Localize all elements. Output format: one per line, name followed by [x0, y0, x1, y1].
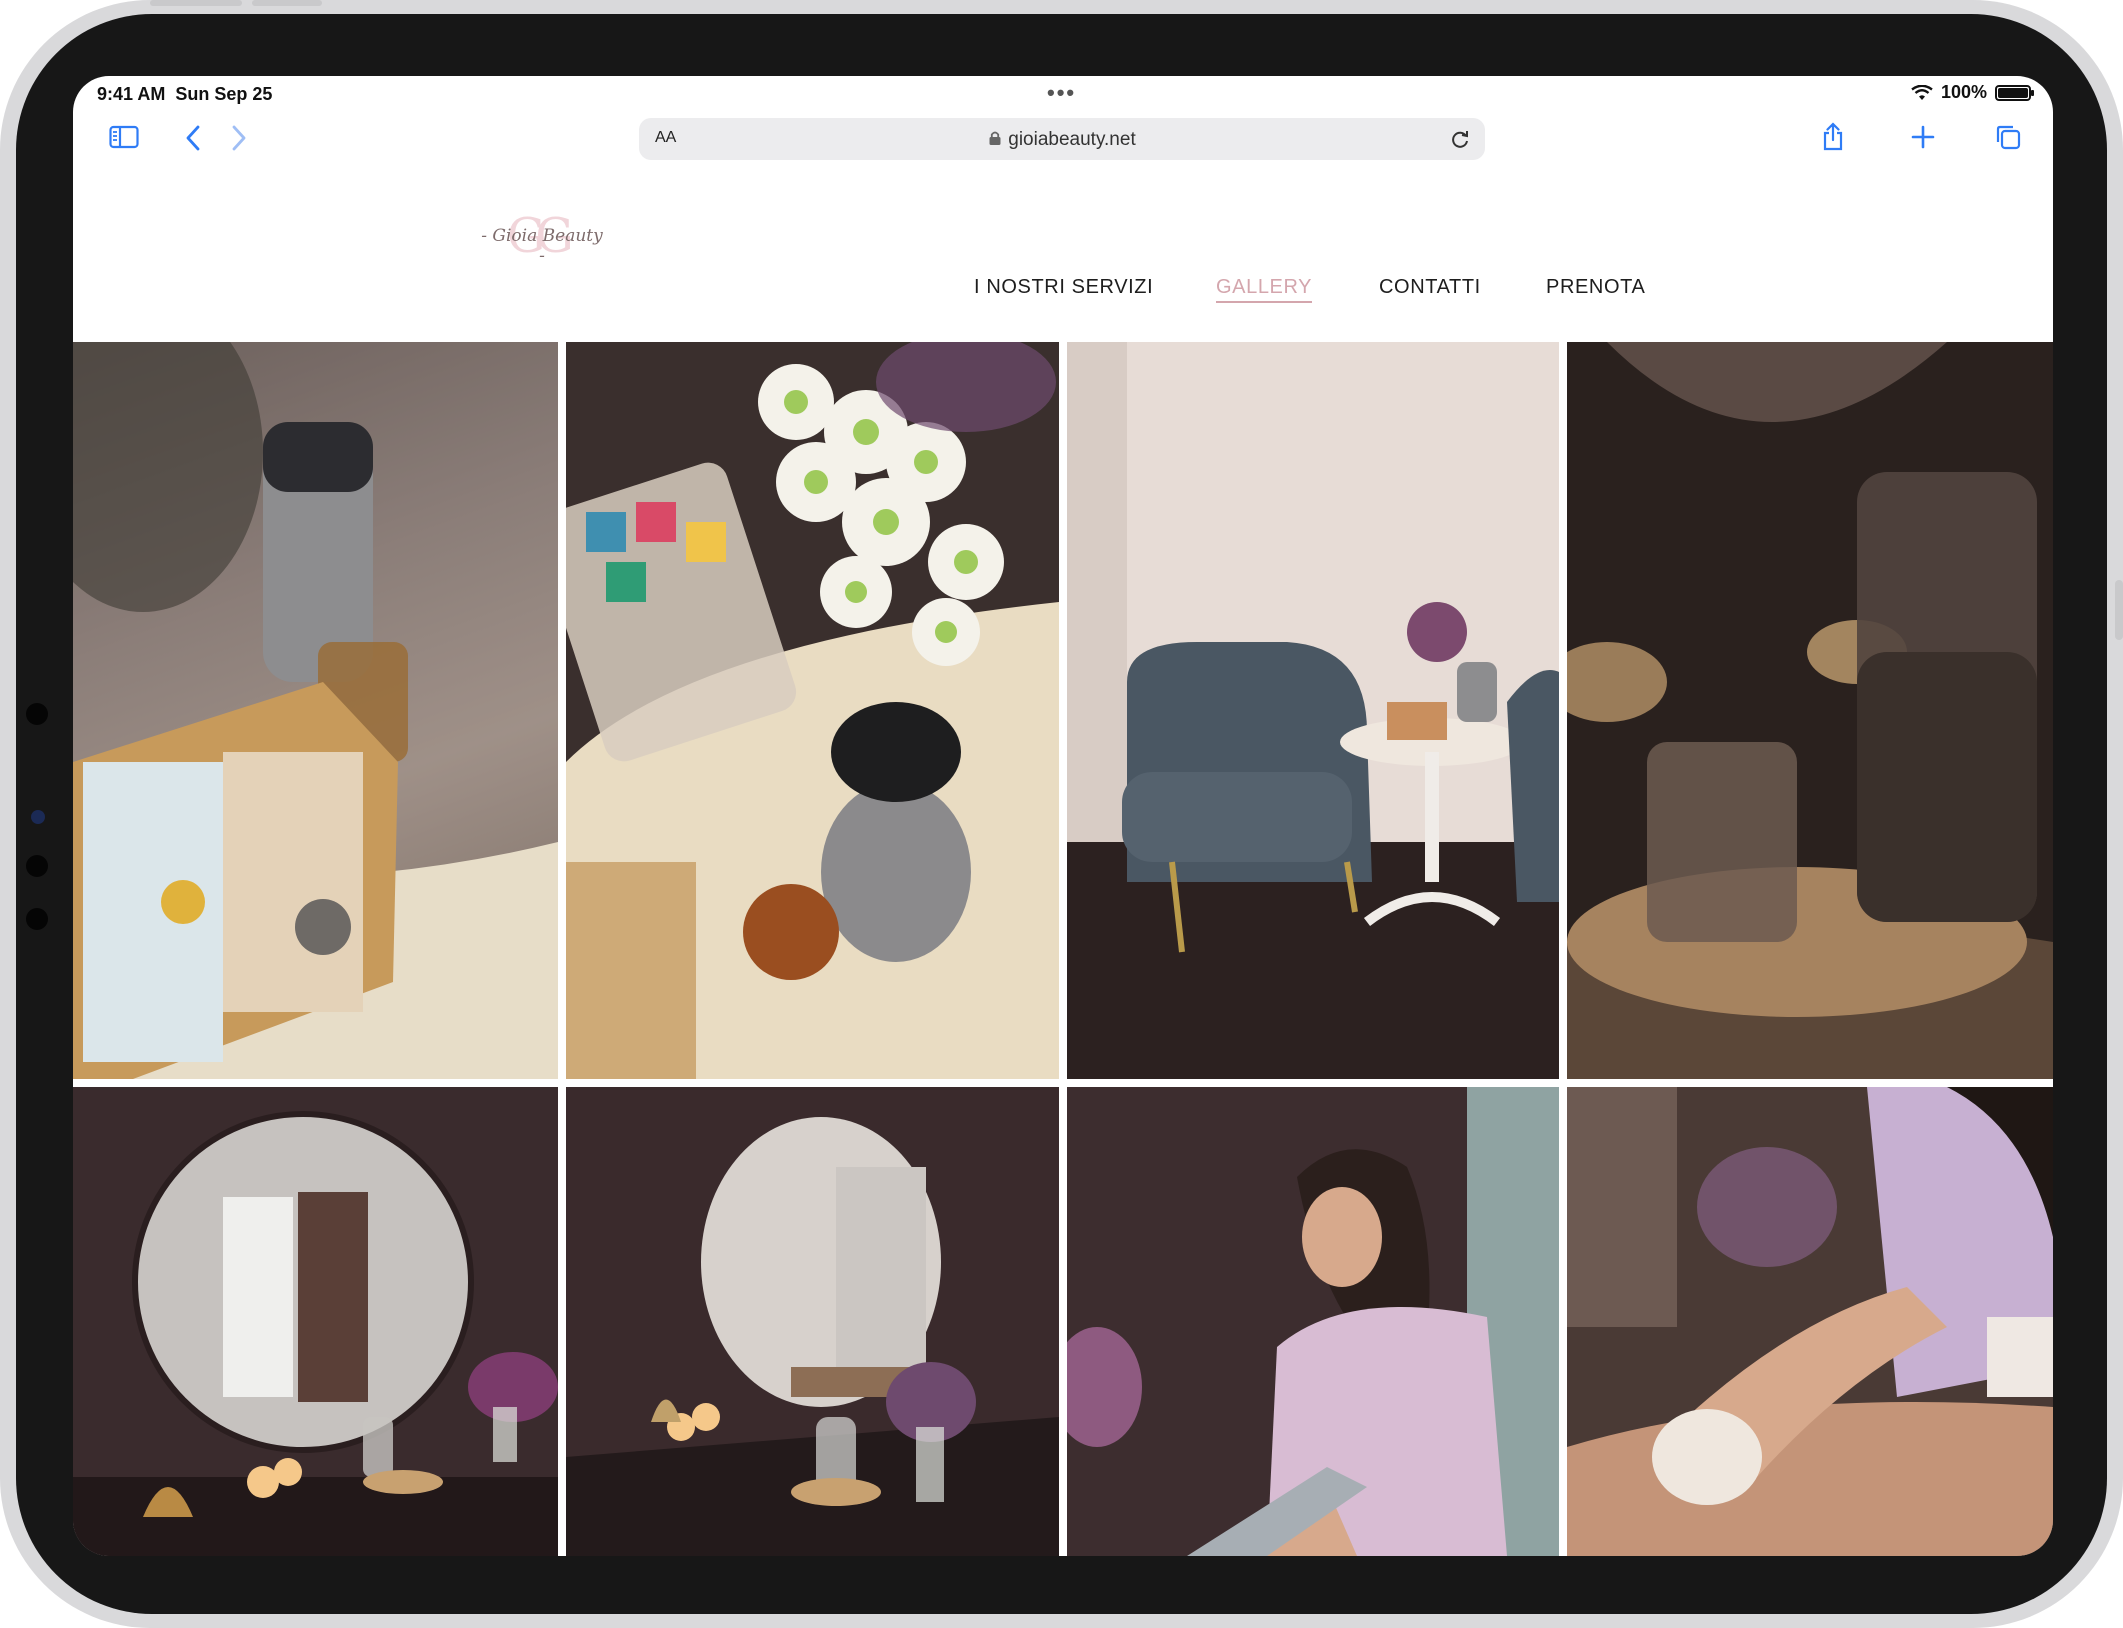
nav-servizi[interactable]: I NOSTRI SERVIZI — [974, 276, 1153, 299]
status-bar: 9:41 AM Sun Sep 25 ••• 100% — [73, 76, 2053, 112]
camera-dot — [26, 855, 48, 877]
mirror-vanity-photo[interactable] — [566, 1087, 1059, 1556]
new-tab-icon[interactable] — [1911, 125, 1935, 149]
top-button — [150, 0, 242, 6]
status-time: 9:41 AM Sun Sep 25 — [97, 84, 273, 104]
round-mirror-candles-photo[interactable] — [73, 1087, 558, 1556]
multitasking-dots-icon[interactable]: ••• — [1047, 80, 1076, 106]
camera-dot — [26, 908, 48, 930]
address-bar[interactable]: AA gioiabeauty.net — [639, 118, 1485, 160]
waiting-chair-photo[interactable] — [1067, 342, 1559, 1079]
nav-prenota[interactable]: PRENOTA — [1546, 276, 1645, 299]
url-display[interactable]: gioiabeauty.net — [639, 129, 1485, 151]
beautician-working-photo[interactable] — [1067, 1087, 1559, 1556]
tabs-overview-icon[interactable] — [1995, 124, 2021, 150]
volume-button — [2115, 580, 2123, 640]
battery-percent: 100% — [1940, 82, 1987, 102]
wifi-icon — [1911, 84, 1933, 100]
sidebar-icon[interactable] — [109, 125, 139, 149]
browser-toolbar: AA gioiabeauty.net — [73, 112, 2053, 164]
tea-station-photo[interactable] — [73, 342, 558, 1079]
site-logo[interactable]: GG - Gioia Beauty - — [477, 208, 607, 266]
camera-dot — [26, 703, 48, 725]
share-icon[interactable] — [1821, 122, 1845, 152]
logo-text: - Gioia Beauty - — [481, 226, 603, 266]
flowers-tea-table-photo[interactable] — [566, 342, 1059, 1079]
battery-icon — [1995, 84, 2034, 101]
top-button — [252, 0, 322, 6]
nav-gallery[interactable]: GALLERY — [1216, 276, 1313, 303]
site-header: GG - Gioia Beauty - I NOSTRI SERVIZI GAL… — [73, 164, 2053, 342]
massage-treatment-photo[interactable] — [1567, 1087, 2053, 1556]
url-text: gioiabeauty.net — [1008, 129, 1136, 150]
nav-contatti[interactable]: CONTATTI — [1379, 276, 1481, 299]
ipad-screen: 9:41 AM Sun Sep 25 ••• 100% AA gioiabeau… — [73, 76, 2053, 1556]
status-date: Sun Sep 25 — [175, 84, 273, 104]
camera-lens — [31, 810, 45, 824]
lock-icon — [989, 131, 1001, 145]
reload-icon[interactable] — [1449, 128, 1471, 150]
candles-carafe-photo[interactable] — [1567, 342, 2053, 1079]
photo-gallery — [73, 342, 2053, 1556]
back-icon[interactable] — [185, 125, 201, 151]
forward-icon[interactable] — [231, 125, 247, 151]
status-indicators: 100% — [1911, 82, 2034, 103]
